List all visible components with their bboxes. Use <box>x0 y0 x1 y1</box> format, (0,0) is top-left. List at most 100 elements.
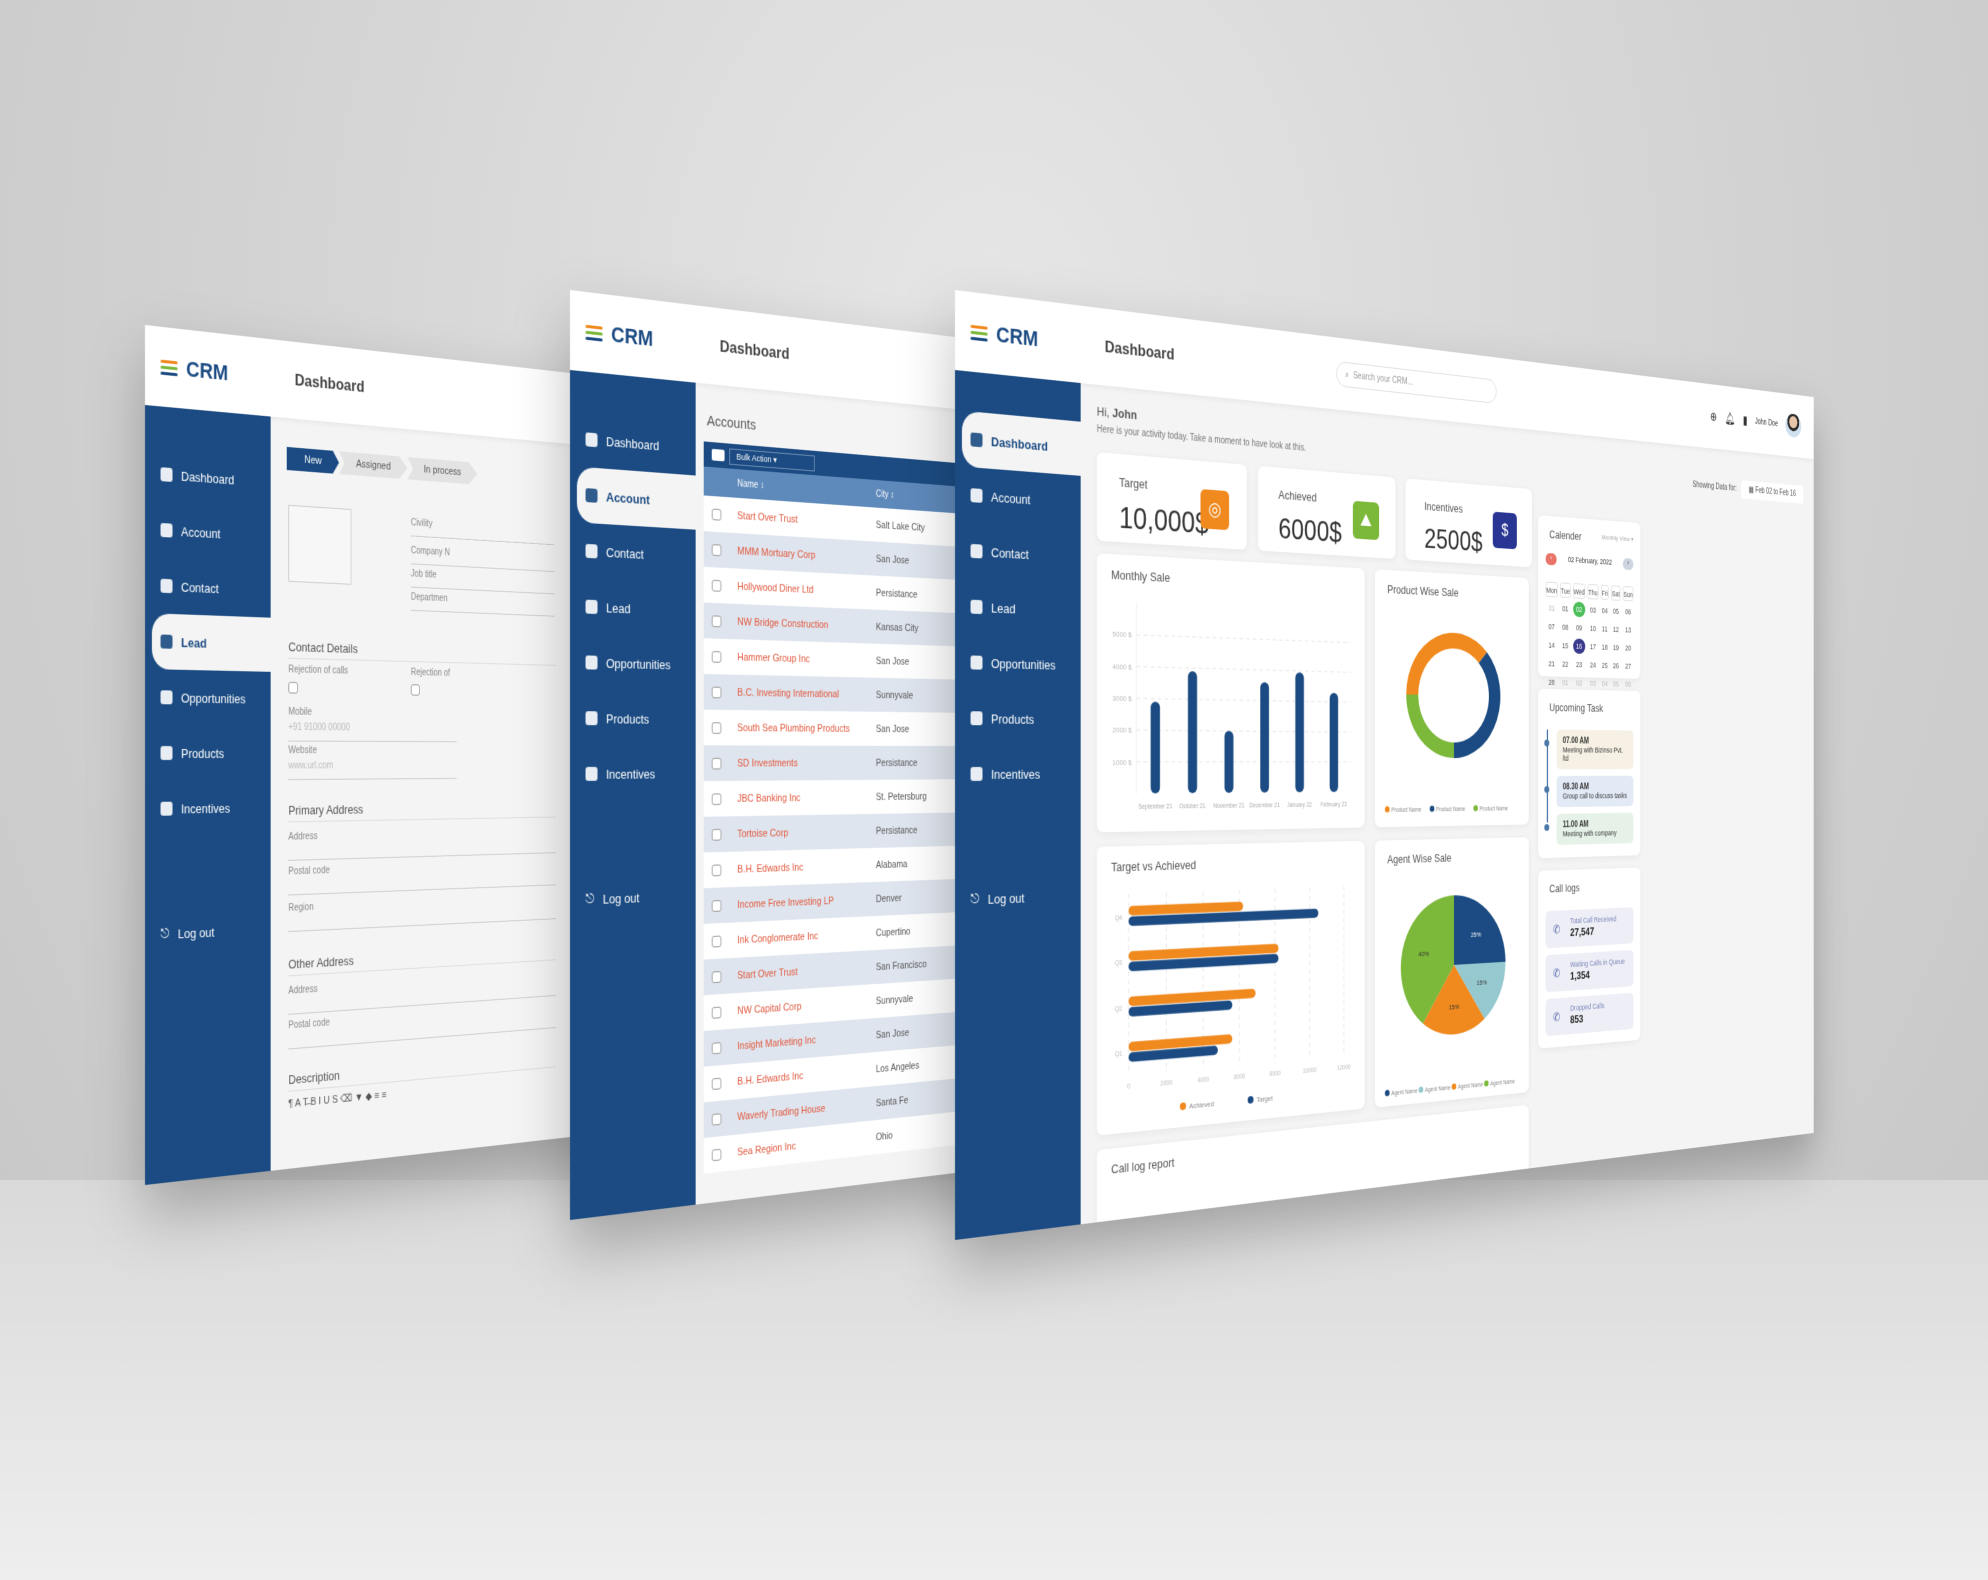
next-month-button[interactable]: › <box>1622 557 1634 571</box>
account-name-link[interactable]: South Sea Plumbing Products <box>731 722 876 734</box>
calendar-day[interactable]: 09 <box>1573 620 1585 636</box>
photo-upload[interactable] <box>288 504 352 585</box>
sidebar-item-opportunities[interactable]: Opportunities <box>955 634 1081 692</box>
row-checkbox[interactable] <box>711 863 722 876</box>
account-name-link[interactable]: Hammer Group Inc <box>731 651 876 666</box>
calendar-day[interactable]: 23 <box>1573 657 1585 672</box>
row-checkbox[interactable] <box>711 970 722 983</box>
row-checkbox[interactable] <box>711 508 722 521</box>
logout-button[interactable]: ⎋ Log out <box>955 868 1081 928</box>
account-name-link[interactable]: NW Bridge Construction <box>731 616 876 633</box>
sidebar-item-dashboard[interactable]: Dashboard <box>145 445 271 509</box>
step-assigned[interactable]: Assigned <box>339 451 407 479</box>
calendar-view-dropdown[interactable]: Monthly View ▾ <box>1602 533 1634 543</box>
editor-toolbar[interactable]: ¶ A T̶ B I U S ⌫ ▼ ◆ ≡ ≡ <box>288 1088 386 1110</box>
sidebar-item-lead[interactable]: Lead <box>151 613 271 672</box>
sidebar-item-account[interactable]: Account <box>955 466 1081 530</box>
row-checkbox[interactable] <box>711 686 722 698</box>
account-name-link[interactable]: MMM Mortuary Corp <box>731 545 876 564</box>
select-all-checkbox[interactable] <box>711 448 725 462</box>
account-name-link[interactable]: JBC Banking Inc <box>731 791 876 804</box>
calendar-day[interactable]: 02 <box>1573 675 1585 690</box>
primary-address-input[interactable]: Address <box>288 826 557 861</box>
calendar-day[interactable]: 07 <box>1546 619 1558 635</box>
calendar-day[interactable]: 16 <box>1572 638 1586 654</box>
sidebar-item-opportunities[interactable]: Opportunities <box>145 669 271 726</box>
calendar-day[interactable]: 06 <box>1623 604 1634 619</box>
user-name[interactable]: John Doe <box>1755 417 1778 428</box>
step-new[interactable]: New <box>287 447 339 474</box>
logo[interactable]: CRM <box>955 317 1081 357</box>
calendar-day[interactable]: 10 <box>1588 621 1599 636</box>
menu-icon[interactable] <box>160 359 178 376</box>
row-checkbox[interactable] <box>711 1148 722 1161</box>
sidebar-item-dashboard[interactable]: Dashboard <box>570 410 696 476</box>
row-checkbox[interactable] <box>711 828 722 841</box>
row-checkbox[interactable] <box>711 1112 722 1126</box>
sidebar-item-incentives[interactable]: Incentives <box>955 746 1081 802</box>
job-title-field[interactable]: Job title <box>410 568 555 595</box>
row-checkbox[interactable] <box>711 757 722 769</box>
calendar-day[interactable]: 13 <box>1623 622 1634 637</box>
calendar-day[interactable]: 15 <box>1560 638 1570 654</box>
calendar-day[interactable]: 08 <box>1560 619 1570 635</box>
row-checkbox[interactable] <box>711 1077 722 1090</box>
calendar-day[interactable]: 17 <box>1588 639 1599 654</box>
search-input[interactable]: ⌕ Search your CRM... <box>1335 360 1497 404</box>
calendar-day[interactable]: 18 <box>1601 640 1609 655</box>
department-field[interactable]: Departmen <box>410 592 555 617</box>
account-name-link[interactable]: Hollywood Diner Ltd <box>731 580 876 598</box>
calendar-day[interactable]: 01 <box>1560 601 1570 617</box>
column-name[interactable]: Name ↕ <box>731 478 876 499</box>
logout-button[interactable]: ⎋ Log out <box>570 868 696 928</box>
primary-region-input[interactable]: Region <box>288 892 557 933</box>
calendar-day[interactable]: 14 <box>1546 637 1558 653</box>
logout-button[interactable]: ⎋ Log out <box>145 902 271 963</box>
account-name-link[interactable]: Start Over Trust <box>731 509 876 530</box>
calendar-day[interactable]: 01 <box>1560 675 1570 690</box>
website-input[interactable]: www.url.com <box>288 760 457 781</box>
row-checkbox[interactable] <box>711 543 722 556</box>
rejection-other-checkbox[interactable] <box>410 684 420 696</box>
account-name-link[interactable]: Waverly Trading House <box>731 1098 876 1124</box>
sidebar-item-dashboard[interactable]: Dashboard <box>961 410 1081 476</box>
calendar-day[interactable]: 21 <box>1546 656 1558 672</box>
bell-icon[interactable]: 🔔︎ <box>1725 411 1735 426</box>
sidebar-item-lead[interactable]: Lead <box>955 578 1081 638</box>
bulk-action-dropdown[interactable]: Bulk Action ▾ <box>729 447 815 471</box>
sidebar-item-incentives[interactable]: Incentives <box>570 746 696 802</box>
calendar-day[interactable]: 27 <box>1623 659 1634 674</box>
account-name-link[interactable]: Income Free Investing LP <box>731 893 876 910</box>
row-checkbox[interactable] <box>711 935 722 948</box>
calendar-day[interactable]: 24 <box>1588 657 1599 672</box>
row-checkbox[interactable] <box>711 1041 722 1054</box>
sidebar-item-contact[interactable]: Contact <box>955 522 1081 584</box>
account-name-link[interactable]: Insight Marketing Inc <box>731 1030 876 1053</box>
sidebar-item-account[interactable]: Account <box>145 501 271 564</box>
sidebar-item-contact[interactable]: Contact <box>145 557 271 618</box>
rejection-calls-checkbox[interactable] <box>288 681 298 694</box>
sidebar-item-contact[interactable]: Contact <box>570 522 696 584</box>
sidebar-item-products[interactable]: Products <box>570 690 696 746</box>
civility-field[interactable]: Civility <box>410 517 555 546</box>
calendar-day[interactable]: 11 <box>1601 621 1609 636</box>
calendar-day[interactable]: 02 <box>1572 601 1586 618</box>
sidebar-item-account[interactable]: Account <box>576 466 696 530</box>
notes-icon[interactable]: ▮ <box>1743 413 1747 428</box>
calendar-day[interactable]: 03 <box>1588 676 1599 691</box>
account-name-link[interactable]: Ink Conglomerate Inc <box>731 927 876 946</box>
sidebar-item-lead[interactable]: Lead <box>570 578 696 638</box>
logo[interactable]: CRM <box>570 317 696 357</box>
calendar-day[interactable]: 04 <box>1601 676 1609 691</box>
calendar-day[interactable]: 12 <box>1611 622 1620 637</box>
calendar-day[interactable]: 26 <box>1611 658 1620 673</box>
add-icon[interactable]: ⊕ <box>1710 409 1717 424</box>
avatar[interactable] <box>1785 413 1802 439</box>
calendar-day[interactable]: 03 <box>1588 602 1599 617</box>
menu-icon[interactable] <box>585 324 603 342</box>
account-name-link[interactable]: SD Investments <box>731 757 876 769</box>
sidebar-item-products[interactable]: Products <box>955 690 1081 747</box>
task-item[interactable]: 11.00 AM Meeting with company <box>1556 812 1634 845</box>
calendar-day[interactable]: 05 <box>1611 604 1620 619</box>
sidebar-item-opportunities[interactable]: Opportunities <box>570 634 696 692</box>
